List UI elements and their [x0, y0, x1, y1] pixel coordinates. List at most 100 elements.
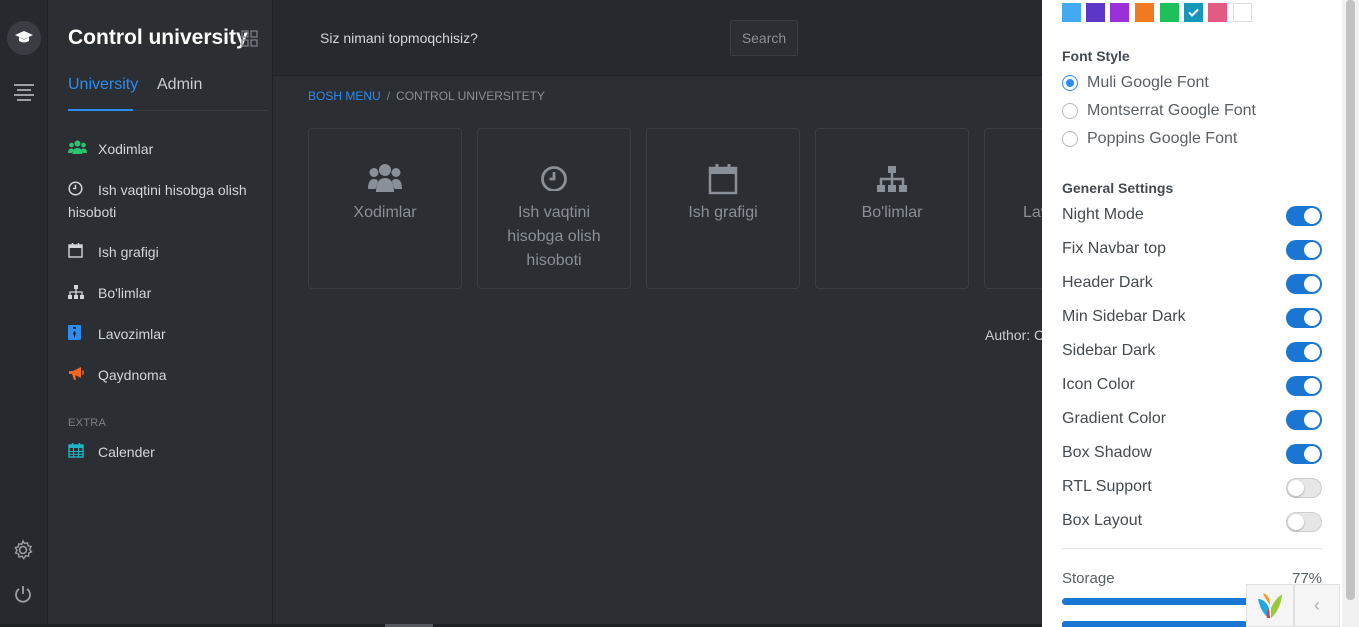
setting-fix-navbar-top: Fix Navbar top — [1062, 240, 1322, 262]
breadcrumb-home-link[interactable]: BOSH MENU — [308, 89, 381, 103]
sidebar-item-label: Lavozimlar — [98, 326, 166, 342]
hamburger-menu-icon[interactable] — [14, 84, 34, 104]
swatch-pink[interactable] — [1208, 3, 1227, 22]
check-icon — [1188, 8, 1199, 17]
collapse-arrow-icon[interactable]: ‹ — [1294, 584, 1340, 627]
card-ish-vaqtini[interactable]: Ish vaqtini hisobga olish hisoboti — [477, 128, 631, 289]
setting-night-mode: Night Mode — [1062, 206, 1322, 228]
setting-label: Header Dark — [1062, 274, 1153, 291]
card-label: Lav — [1023, 204, 1049, 221]
radio-unselected-icon — [1062, 103, 1078, 119]
id-badge-icon — [68, 324, 90, 346]
setting-label: Box Shadow — [1062, 444, 1152, 461]
toggle-switch[interactable] — [1286, 478, 1322, 498]
sidebar-item-ish-vaqtini[interactable]: Ish vaqtini hisobga olish hisoboti — [68, 180, 258, 223]
setting-min-sidebar-dark: Min Sidebar Dark — [1062, 308, 1322, 330]
setting-label: Min Sidebar Dark — [1062, 308, 1186, 325]
storage-label: Storage — [1062, 570, 1115, 587]
calendar-icon — [647, 163, 799, 197]
divider — [1062, 548, 1322, 549]
sidebar-item-lavozimlar[interactable]: Lavozimlar — [68, 324, 258, 346]
sidebar-item-calender[interactable]: Calender — [68, 442, 258, 464]
font-option-poppins[interactable]: Poppins Google Font — [1062, 130, 1237, 148]
toggle-switch[interactable] — [1286, 308, 1322, 328]
card-ish-grafigi[interactable]: Ish grafigi — [646, 128, 800, 289]
setting-rtl-support: RTL Support — [1062, 478, 1322, 500]
yii-debug-logo-icon[interactable] — [1246, 584, 1294, 627]
card-xodimlar[interactable]: Xodimlar — [308, 128, 462, 289]
sidebar-item-xodimlar[interactable]: Xodimlar — [68, 139, 258, 161]
grid-icon[interactable] — [241, 30, 258, 52]
sidebar-item-qaydnoma[interactable]: Qaydnoma — [68, 365, 258, 387]
sidebar-item-label: Ish grafigi — [98, 244, 159, 260]
users-icon — [68, 140, 90, 161]
radio-selected-icon — [1062, 75, 1078, 91]
sidebar-item-label: Bo'limlar — [98, 285, 152, 301]
users-icon — [309, 163, 461, 197]
power-icon[interactable] — [12, 583, 34, 610]
swatch-white[interactable] — [1233, 3, 1252, 22]
swatch-teal[interactable] — [1184, 3, 1203, 22]
setting-label: Icon Color — [1062, 376, 1135, 393]
tab-university[interactable]: University — [68, 76, 138, 111]
font-option-label: Muli Google Font — [1087, 74, 1209, 91]
sidebar-item-label: Calender — [98, 444, 155, 460]
setting-gradient-color: Gradient Color — [1062, 410, 1322, 432]
setting-sidebar-dark: Sidebar Dark — [1062, 342, 1322, 364]
setting-label: Night Mode — [1062, 206, 1144, 223]
clock-icon — [478, 163, 630, 197]
toggle-switch[interactable] — [1286, 512, 1322, 532]
card-label: Xodimlar — [353, 204, 417, 221]
clock-icon — [68, 181, 90, 202]
app-title: Control university — [68, 26, 248, 49]
sidebar-item-bolimlar[interactable]: Bo'limlar — [68, 283, 258, 305]
storage-progress-fill — [1062, 598, 1263, 605]
swatch-orange[interactable] — [1135, 3, 1154, 22]
card-label: Ish grafigi — [688, 204, 758, 221]
font-option-label: Poppins Google Font — [1087, 130, 1238, 147]
search-input[interactable]: Siz nimani topmoqchisiz? — [320, 30, 478, 46]
search-button[interactable]: Search — [730, 20, 798, 56]
extra-section-label: EXTRA — [68, 417, 107, 429]
setting-label: Fix Navbar top — [1062, 240, 1167, 257]
font-style-title: Font Style — [1062, 48, 1130, 64]
setting-label: Gradient Color — [1062, 410, 1167, 427]
card-bolimlar[interactable]: Bo'limlar — [815, 128, 969, 289]
font-option-muli[interactable]: Muli Google Font — [1062, 74, 1209, 92]
card-lavozimlar[interactable]: Lav — [984, 128, 1049, 289]
swatch-green[interactable] — [1160, 3, 1179, 22]
toggle-switch[interactable] — [1286, 376, 1322, 396]
sitemap-icon — [68, 284, 90, 305]
setting-header-dark: Header Dark — [1062, 274, 1322, 296]
sidebar-item-label: Qaydnoma — [98, 367, 167, 383]
swatch-indigo[interactable] — [1086, 3, 1105, 22]
font-option-montserrat[interactable]: Montserrat Google Font — [1062, 102, 1256, 120]
swatch-sky-blue[interactable] — [1062, 3, 1081, 22]
card-label: Ish vaqtini hisobga olish hisoboti — [507, 204, 601, 269]
setting-label: RTL Support — [1062, 478, 1152, 495]
toggle-switch[interactable] — [1286, 342, 1322, 362]
breadcrumb-separator: / — [386, 89, 391, 103]
sidebar-item-label: Ish vaqtini hisobga olish hisoboti — [68, 182, 247, 220]
toggle-switch[interactable] — [1286, 206, 1322, 226]
swatch-purple[interactable] — [1110, 3, 1129, 22]
toggle-switch[interactable] — [1286, 274, 1322, 294]
settings-panel: Font Style Muli Google Font Montserrat G… — [1042, 0, 1342, 627]
setting-box-shadow: Box Shadow — [1062, 444, 1322, 466]
font-option-label: Montserrat Google Font — [1087, 102, 1256, 119]
toggle-switch[interactable] — [1286, 240, 1322, 260]
setting-icon-color: Icon Color — [1062, 376, 1322, 398]
author-text: Author: C — [985, 327, 1045, 343]
panel-action-bar[interactable] — [1062, 621, 1247, 627]
tab-admin[interactable]: Admin — [157, 76, 202, 94]
toggle-switch[interactable] — [1286, 444, 1322, 464]
graduation-cap-icon[interactable] — [7, 21, 41, 55]
panel-scrollbar[interactable] — [1342, 0, 1359, 627]
toggle-switch[interactable] — [1286, 410, 1322, 430]
setting-label: Box Layout — [1062, 512, 1143, 529]
radio-unselected-icon — [1062, 131, 1078, 147]
setting-box-layout: Box Layout — [1062, 512, 1322, 534]
gear-icon[interactable] — [12, 539, 34, 566]
sidebar-item-ish-grafigi[interactable]: Ish grafigi — [68, 242, 258, 264]
top-header: Siz nimani topmoqchisiz? Search — [273, 0, 1043, 76]
